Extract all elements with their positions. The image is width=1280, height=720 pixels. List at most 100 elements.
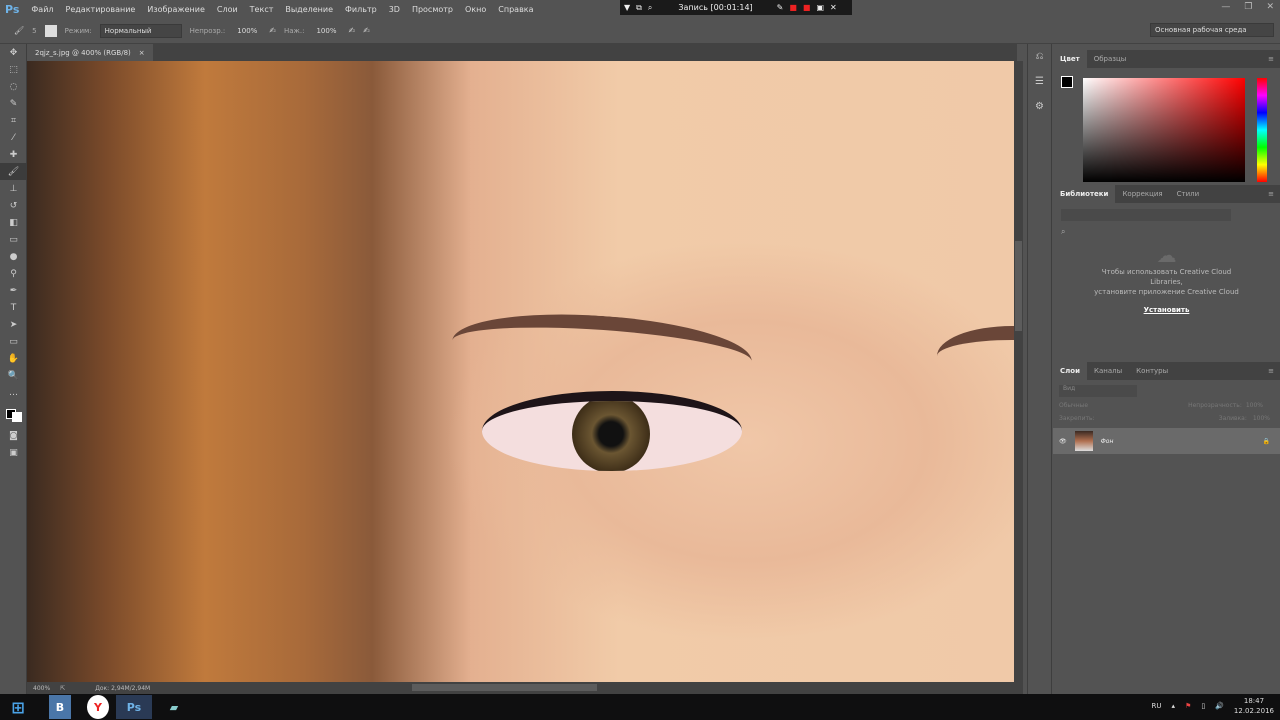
panel-menu-icon[interactable]: ≡ xyxy=(1268,190,1280,198)
language-indicator[interactable]: RU xyxy=(1152,702,1162,710)
zoom-tool-icon[interactable]: 🔍 xyxy=(0,367,27,384)
history-brush-icon[interactable]: ↺ xyxy=(0,197,27,214)
search-icon[interactable]: ⌕ xyxy=(1061,227,1272,237)
panel-menu-icon[interactable]: ≡ xyxy=(1268,367,1280,375)
stamp-tool-icon[interactable]: ⊥ xyxy=(0,180,27,197)
document-tab[interactable]: 2qjz_s.jpg @ 400% (RGB/8) × xyxy=(27,44,153,61)
camera-icon[interactable]: ▣ xyxy=(816,3,824,12)
menu-3d[interactable]: 3D xyxy=(383,5,406,14)
install-link[interactable]: Установить xyxy=(1053,305,1280,315)
properties-panel-icon[interactable]: ☰ xyxy=(1028,69,1051,94)
tab-adjustments[interactable]: Коррекция xyxy=(1115,185,1169,203)
airbrush-icon[interactable]: ✍ xyxy=(348,26,355,35)
close-tab-icon[interactable]: × xyxy=(139,49,145,57)
menu-file[interactable]: Файл xyxy=(25,5,59,14)
path-select-tool-icon[interactable]: ➤ xyxy=(0,316,27,333)
tab-color[interactable]: Цвет xyxy=(1053,50,1087,68)
brush-presets-icon[interactable]: ⚙ xyxy=(1028,94,1051,119)
color-field[interactable] xyxy=(1083,78,1245,182)
menu-view[interactable]: Просмотр xyxy=(406,5,459,14)
lasso-tool-icon[interactable]: ◌ xyxy=(0,78,27,95)
panel-menu-icon[interactable]: ≡ xyxy=(1268,55,1280,63)
layer-row[interactable]: 👁 Фон 🔒 xyxy=(1053,428,1280,454)
hue-slider[interactable] xyxy=(1257,78,1267,182)
flag-icon[interactable]: ⚑ xyxy=(1185,702,1191,710)
more-tools-icon[interactable]: … xyxy=(0,384,27,401)
hand-tool-icon[interactable]: ✋ xyxy=(0,350,27,367)
menu-window[interactable]: Окно xyxy=(459,5,492,14)
minimize-icon[interactable]: — xyxy=(1221,2,1230,12)
visibility-eye-icon[interactable]: 👁 xyxy=(1059,438,1067,445)
workspace-select[interactable]: Основная рабочая среда xyxy=(1150,23,1274,37)
pressure-size-icon[interactable]: ✍ xyxy=(363,26,370,35)
blend-mode-select[interactable]: Обычные xyxy=(1059,402,1088,409)
dodge-tool-icon[interactable]: ⚲ xyxy=(0,265,27,282)
tab-layers[interactable]: Слои xyxy=(1053,362,1087,380)
fill-value[interactable]: 100% xyxy=(1253,415,1270,422)
document-info[interactable]: Док: 2,94M/2,94M xyxy=(95,685,150,692)
brush-tool-icon[interactable]: 🖌 xyxy=(0,163,27,180)
notes-app-icon[interactable]: ▰ xyxy=(156,695,192,719)
crop-tool-icon[interactable]: ⌗ xyxy=(0,112,27,129)
screen-mode-icon[interactable]: ▣ xyxy=(0,444,27,461)
move-tool-icon[interactable]: ✥ xyxy=(0,44,27,61)
quick-select-tool-icon[interactable]: ✎ xyxy=(0,95,27,112)
vk-icon[interactable]: B xyxy=(49,695,71,719)
flow-input[interactable]: 100% xyxy=(312,24,340,38)
dropdown-icon[interactable]: ▼ xyxy=(624,3,630,12)
library-select[interactable] xyxy=(1061,209,1231,221)
eraser-tool-icon[interactable]: ◧ xyxy=(0,214,27,231)
eyedropper-tool-icon[interactable]: ⁄ xyxy=(0,129,27,146)
tray-arrow-icon[interactable]: ▴ xyxy=(1172,702,1176,710)
clock[interactable]: 18:47 12.02.2016 xyxy=(1234,696,1274,716)
pen-tool-icon[interactable]: ✒ xyxy=(0,282,27,299)
gradient-tool-icon[interactable]: ▭ xyxy=(0,231,27,248)
zoom-icon[interactable]: ⌕ xyxy=(648,3,652,13)
blur-tool-icon[interactable]: ● xyxy=(0,248,27,265)
tab-libraries[interactable]: Библиотеки xyxy=(1053,185,1116,203)
tab-styles[interactable]: Стили xyxy=(1170,185,1207,203)
opacity-value[interactable]: 100% xyxy=(1246,402,1263,409)
brush-panel-icon[interactable] xyxy=(44,24,57,37)
export-icon[interactable]: ⇱ xyxy=(60,685,65,692)
pressure-opacity-icon[interactable]: ✍ xyxy=(269,26,276,35)
layer-filter-input[interactable]: Вид xyxy=(1059,385,1137,397)
opacity-input[interactable]: 100% xyxy=(233,24,261,38)
close-icon[interactable]: ✕ xyxy=(830,3,837,12)
window-icon[interactable]: ⧉ xyxy=(636,3,642,13)
healing-tool-icon[interactable]: ✚ xyxy=(0,146,27,163)
tab-paths[interactable]: Контуры xyxy=(1129,362,1175,380)
menu-filter[interactable]: Фильтр xyxy=(339,5,383,14)
menu-help[interactable]: Справка xyxy=(492,5,539,14)
stop-icon[interactable]: ■ xyxy=(803,3,811,12)
mode-select[interactable]: Нормальный xyxy=(99,23,182,38)
menu-layers[interactable]: Слои xyxy=(211,5,244,14)
maximize-icon[interactable]: ❐ xyxy=(1244,2,1252,12)
close-window-icon[interactable]: ✕ xyxy=(1266,2,1274,12)
network-icon[interactable]: ▯ xyxy=(1201,702,1205,710)
vertical-scrollbar[interactable] xyxy=(1014,61,1023,682)
menu-edit[interactable]: Редактирование xyxy=(60,5,142,14)
image-canvas[interactable] xyxy=(27,61,1014,682)
volume-icon[interactable]: 🔊 xyxy=(1215,702,1224,710)
marquee-tool-icon[interactable]: ⬚ xyxy=(0,61,27,78)
color-swatches-icon[interactable] xyxy=(0,401,27,427)
brush-size[interactable]: 5 xyxy=(32,27,36,35)
tab-channels[interactable]: Каналы xyxy=(1087,362,1129,380)
menu-select[interactable]: Выделение xyxy=(279,5,339,14)
pause-icon[interactable]: ■ xyxy=(789,3,797,12)
brush-tool-icon[interactable]: 🖌 xyxy=(14,26,24,35)
tab-swatches[interactable]: Образцы xyxy=(1087,50,1134,68)
history-panel-icon[interactable]: ⎌ xyxy=(1028,44,1051,69)
type-tool-icon[interactable]: T xyxy=(0,299,27,316)
yandex-browser-icon[interactable]: Y xyxy=(87,695,109,719)
vertical-scroll-thumb[interactable] xyxy=(1015,241,1022,331)
shape-tool-icon[interactable]: ▭ xyxy=(0,333,27,350)
menu-image[interactable]: Изображение xyxy=(141,5,211,14)
zoom-level[interactable]: 400% xyxy=(33,685,50,692)
horizontal-scroll-thumb[interactable] xyxy=(412,684,597,691)
foreground-color-swatch[interactable] xyxy=(1061,76,1073,88)
quick-mask-icon[interactable]: ◙ xyxy=(0,427,27,444)
menu-text[interactable]: Текст xyxy=(244,5,280,14)
photoshop-taskbar-icon[interactable]: Ps xyxy=(116,695,152,719)
